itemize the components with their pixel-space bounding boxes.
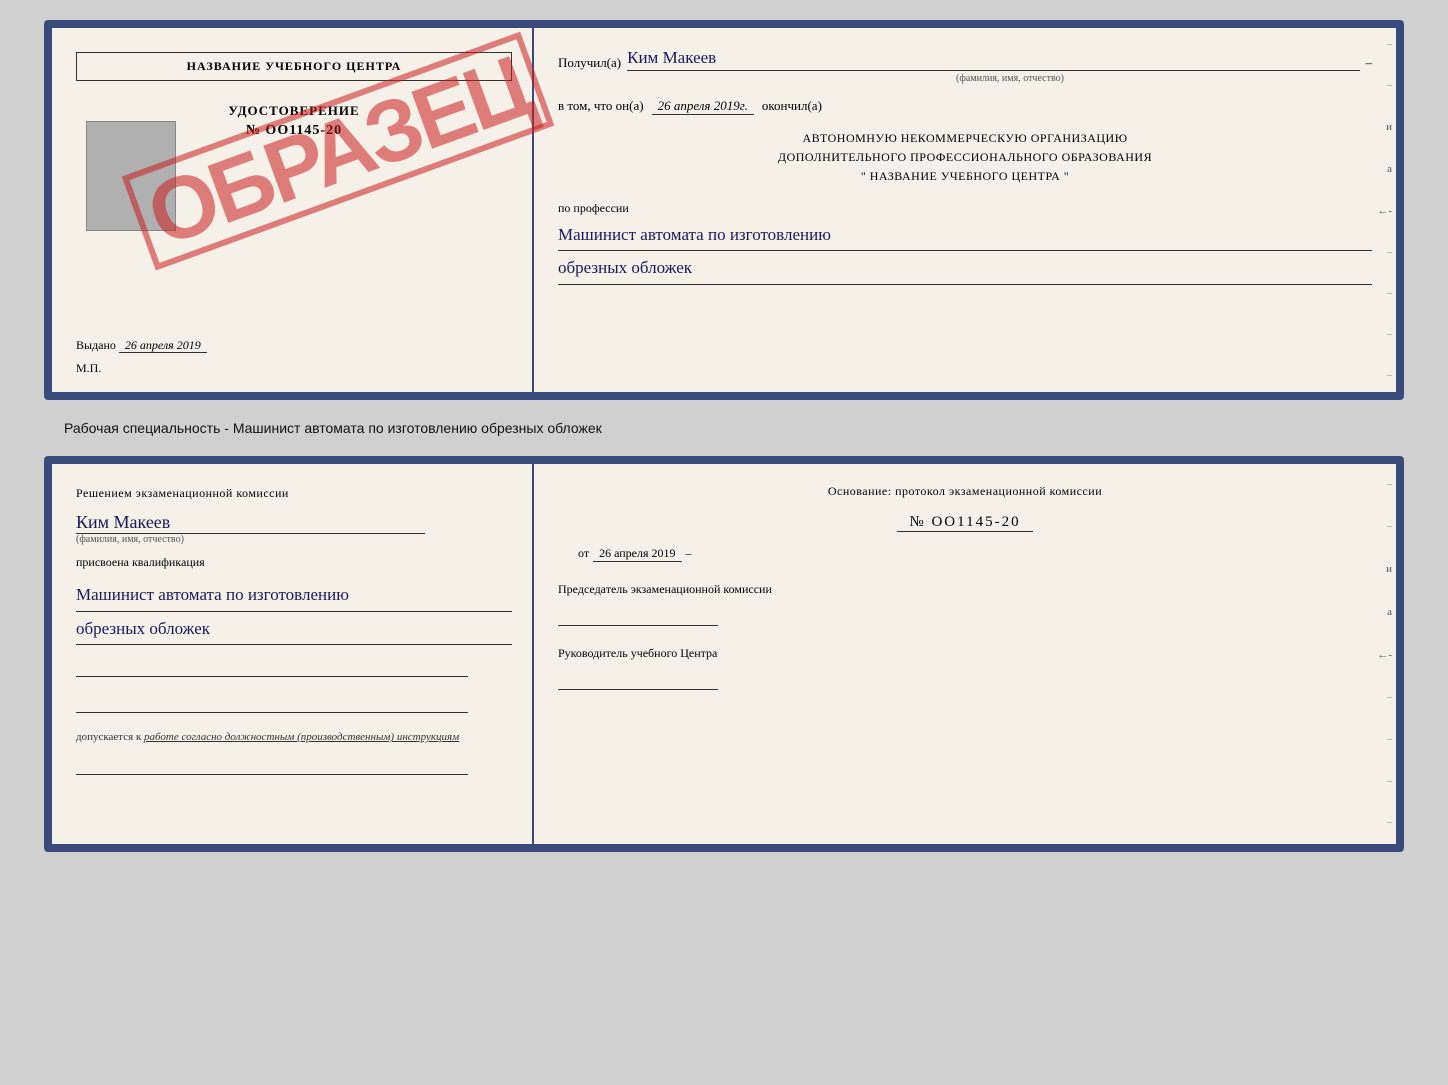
bem3: и — [1386, 563, 1392, 575]
cert-badge-area: ОБРАЗЕЦ УДОСТОВЕРЕНИЕ № OO1145-20 Выдано… — [76, 91, 512, 357]
bottom-left-panel: Решением экзаменационной комиссии Ким Ма… — [52, 464, 532, 844]
bottom-person-block: Ким Макеев (фамилия, имя, отчество) — [76, 512, 512, 545]
org-line2: ДОПОЛНИТЕЛЬНОГО ПРОФЕССИОНАЛЬНОГО ОБРАЗО… — [558, 148, 1372, 167]
bottom-document: Решением экзаменационной комиссии Ким Ма… — [44, 456, 1404, 852]
bem2: – — [1387, 521, 1392, 532]
edge-mark-8: – — [1387, 329, 1392, 340]
edge-mark-3: и — [1386, 121, 1392, 133]
issued-label: Выдано — [76, 338, 116, 352]
allowed-label: допускается к — [76, 731, 141, 743]
school-name-text: НАЗВАНИЕ УЧЕБНОГО ЦЕНТРА — [187, 59, 402, 73]
profession-label: по профессии — [558, 201, 1372, 216]
right-edge-marks: – – и а ←- – – – – — [1377, 28, 1392, 392]
qualification-line1: Машинист автомата по изготовлению — [76, 580, 512, 612]
date-intro: в том, что он(а) — [558, 98, 644, 114]
top-left-panel: НАЗВАНИЕ УЧЕБНОГО ЦЕНТРА ОБРАЗЕЦ УДОСТОВ… — [52, 28, 532, 392]
top-right-panel: Получил(а) Ким Макеев – (фамилия, имя, о… — [534, 28, 1396, 392]
profession-line2: обрезных обложек — [558, 253, 1372, 285]
commission-text: Решением экзаменационной комиссии — [76, 486, 289, 500]
edge-mark-5: ←- — [1377, 205, 1392, 217]
photo-placeholder — [86, 121, 176, 231]
bem8: – — [1387, 776, 1392, 787]
date-from-label: от — [578, 546, 589, 561]
finished-label: окончил(а) — [762, 98, 822, 114]
edge-mark-1: – — [1387, 39, 1392, 50]
top-document: НАЗВАНИЕ УЧЕБНОГО ЦЕНТРА ОБРАЗЕЦ УДОСТОВ… — [44, 20, 1404, 400]
cert-title: УДОСТОВЕРЕНИЕ — [228, 103, 359, 119]
chairman-signature-line — [558, 602, 718, 626]
protocol-date-line: от 26 апреля 2019 – — [558, 546, 1372, 562]
director-block: Руководитель учебного Центра — [558, 644, 1372, 690]
recipient-name: Ким Макеев — [627, 48, 1359, 71]
org-name: " НАЗВАНИЕ УЧЕБНОГО ЦЕНТРА " — [558, 167, 1372, 186]
bem4: а — [1387, 606, 1392, 618]
dash-right: – — [686, 546, 692, 561]
edge-mark-7: – — [1387, 288, 1392, 299]
edge-mark-4: а — [1387, 163, 1392, 175]
profession-section: по профессии Машинист автомата по изгото… — [558, 201, 1372, 285]
mp-label: М.П. — [76, 361, 101, 376]
org-line1: АВТОНОМНУЮ НЕКОММЕРЧЕСКУЮ ОРГАНИЗАЦИЮ — [558, 129, 1372, 148]
bottom-right-panel: Основание: протокол экзаменационной коми… — [534, 464, 1396, 844]
protocol-number-section: № OO1145-20 — [558, 513, 1372, 532]
chairman-label: Председатель экзаменационной комиссии — [558, 580, 1372, 598]
right-edge-marks-bottom: – – и а ←- – – – – — [1377, 464, 1392, 844]
bottom-name-subtitle: (фамилия, имя, отчество) — [76, 534, 512, 545]
bem7: – — [1387, 734, 1392, 745]
bem6: – — [1387, 692, 1392, 703]
qualification-line2: обрезных обложек — [76, 614, 512, 646]
issued-date-value: 26 апреля 2019 — [119, 338, 207, 353]
bem5: ←- — [1377, 649, 1392, 661]
blank-line-3 — [76, 757, 468, 775]
recipient-section: Получил(а) Ким Макеев – (фамилия, имя, о… — [558, 48, 1372, 84]
name-subtitle-top: (фамилия, имя, отчество) — [648, 73, 1372, 84]
bem1: – — [1387, 479, 1392, 490]
date-line: в том, что он(а) 26 апреля 2019г. окончи… — [558, 98, 1372, 115]
blank-line-1 — [76, 659, 468, 677]
edge-mark-9: – — [1387, 370, 1392, 381]
edge-mark-2: – — [1387, 80, 1392, 91]
bottom-person-name: Ким Макеев — [76, 512, 425, 534]
director-label: Руководитель учебного Центра — [558, 644, 1372, 662]
cert-number: № OO1145-20 — [228, 123, 359, 139]
allowed-text: работе согласно должностным (производств… — [144, 731, 459, 743]
blank-line-2 — [76, 695, 468, 713]
edge-mark-6: – — [1387, 247, 1392, 258]
recipient-line: Получил(а) Ким Макеев – — [558, 48, 1372, 71]
qualification-section: Машинист автомата по изготовлению обрезн… — [76, 580, 512, 645]
qualification-label: присвоена квалификация — [76, 555, 512, 570]
protocol-number: № OO1145-20 — [897, 514, 1032, 532]
date-from-value: 26 апреля 2019 — [593, 546, 681, 562]
bem9: – — [1387, 817, 1392, 828]
chairman-block: Председатель экзаменационной комиссии — [558, 580, 1372, 626]
basis-label: Основание: протокол экзаменационной коми… — [558, 484, 1372, 499]
allowed-section: допускается к работе согласно должностны… — [76, 731, 512, 743]
commission-intro: Решением экзаменационной комиссии — [76, 484, 512, 502]
profession-line1: Машинист автомата по изготовлению — [558, 220, 1372, 252]
school-name-box: НАЗВАНИЕ УЧЕБНОГО ЦЕНТРА — [76, 52, 512, 81]
director-signature-line — [558, 666, 718, 690]
date-value: 26 апреля 2019г. — [652, 98, 754, 115]
org-block: АВТОНОМНУЮ НЕКОММЕРЧЕСКУЮ ОРГАНИЗАЦИЮ ДО… — [558, 129, 1372, 187]
received-label: Получил(а) — [558, 55, 621, 71]
dash1: – — [1366, 55, 1373, 71]
middle-caption: Рабочая специальность - Машинист автомат… — [20, 416, 602, 440]
issued-date-line: Выдано 26 апреля 2019 — [76, 338, 512, 357]
